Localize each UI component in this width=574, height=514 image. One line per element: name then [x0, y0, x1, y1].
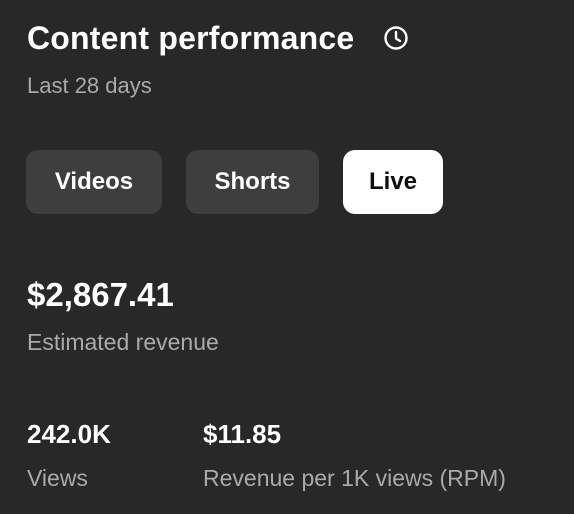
content-type-tabs: Videos Shorts Live [26, 150, 443, 214]
views-metric: 242.0K Views [27, 418, 111, 492]
clock-icon[interactable] [382, 24, 410, 52]
rpm-value: $11.85 [203, 419, 282, 449]
tab-shorts[interactable]: Shorts [186, 150, 319, 214]
tab-videos[interactable]: Videos [26, 150, 162, 214]
date-range-label: Last 28 days [27, 73, 152, 98]
tab-live[interactable]: Live [343, 150, 443, 214]
page-title: Content performance [27, 20, 355, 56]
views-value: 242.0K [27, 419, 111, 449]
estimated-revenue-value: $2,867.41 [27, 276, 174, 313]
rpm-label: Revenue per 1K views (RPM) [203, 465, 506, 491]
rpm-metric: $11.85 Revenue per 1K views (RPM) [203, 418, 506, 492]
views-label: Views [27, 465, 88, 491]
title-row: Content performance [27, 18, 410, 58]
estimated-revenue-label: Estimated revenue [27, 329, 219, 355]
